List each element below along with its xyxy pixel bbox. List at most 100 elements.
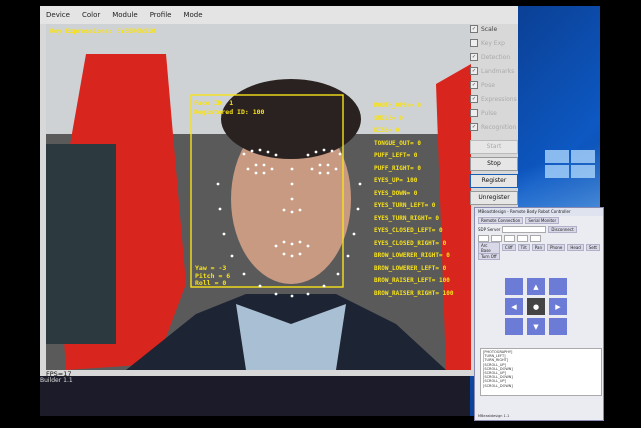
registered-id-text: Registered ID: 100 — [194, 108, 265, 116]
landmark-point — [290, 182, 294, 186]
landmark-point — [322, 284, 326, 288]
expression-values: MOUTH_OPEN= 0 SMILE= 0 KISS= 0 TONGUE_OU… — [374, 102, 454, 297]
pad-down-right[interactable] — [549, 318, 567, 335]
stop-icon: ● — [532, 302, 540, 311]
ctrl-field-4[interactable] — [517, 235, 529, 242]
landmark-point — [358, 182, 362, 186]
checkbox-icon[interactable]: ✓ — [470, 67, 478, 75]
checkbox-icon[interactable] — [470, 109, 478, 117]
option-pose[interactable]: ✓ Pose — [470, 78, 518, 92]
turn-off-button[interactable]: Turn Off — [478, 253, 500, 260]
option-recognition[interactable]: ✓ Recognition — [470, 120, 518, 134]
landmark-point — [290, 254, 294, 258]
landmark-point — [306, 292, 310, 296]
checkbox-icon[interactable]: ✓ — [470, 123, 478, 131]
ctrl-tab-phone[interactable]: Phone — [547, 244, 566, 251]
checkbox-icon[interactable]: ✓ — [470, 25, 478, 33]
stop-button[interactable]: Stop — [470, 157, 518, 171]
option-label: Landmarks — [481, 67, 515, 75]
arrow-up-icon: ▲ — [533, 282, 539, 291]
landmark-point — [290, 197, 294, 201]
landmark-point — [254, 171, 258, 175]
pad-right-button[interactable]: ▶ — [549, 298, 567, 315]
option-detection[interactable]: ✓ Detection — [470, 50, 518, 64]
landmark-point — [326, 163, 330, 167]
landmark-point — [262, 163, 266, 167]
pad-center-button[interactable]: ● — [527, 298, 545, 315]
menu-color[interactable]: Color — [76, 11, 106, 19]
option-scale[interactable]: ✓ Scale — [470, 22, 518, 36]
checkbox-icon[interactable]: ✓ — [470, 53, 478, 61]
checkbox-icon[interactable]: ✓ — [470, 95, 478, 103]
landmark-point — [318, 163, 322, 167]
option-label: Detection — [481, 53, 511, 61]
option-expressions[interactable]: ✓ Expressions — [470, 92, 518, 106]
ctrl-tab-pan[interactable]: Pan — [531, 244, 545, 251]
face-detection-box — [190, 94, 344, 288]
pad-left-button[interactable]: ◀ — [505, 298, 523, 315]
landmark-point — [266, 150, 270, 154]
landmark-point — [274, 244, 278, 248]
landmark-point — [298, 252, 302, 256]
landmark-point — [218, 207, 222, 211]
pad-down-left[interactable] — [505, 318, 523, 335]
windows-logo-icon — [545, 150, 595, 178]
remote-window-title: MBeastdesign - Remote Body Robot Control… — [475, 208, 603, 216]
camera-view: Key Expressions: EYEBROWS10 Face ID: 1 R… — [46, 24, 471, 370]
option-label: Pulse — [481, 109, 497, 117]
checkbox-icon[interactable] — [470, 39, 478, 47]
landmark-point — [222, 232, 226, 236]
options-panel: ✓ Scale Key Exp ✓ Detection ✓ Landmarks ✓ Pose ✓ E… — [470, 22, 518, 134]
landmark-point — [230, 254, 234, 258]
landmark-point — [270, 167, 274, 171]
taskbar: Builder 1.1 — [40, 376, 470, 416]
unregister-button[interactable]: Unregister — [470, 191, 518, 205]
direction-pad: ▲ ◀ ● ▶ ▼ — [505, 278, 569, 338]
ctrl-tab-head[interactable]: Head — [567, 244, 584, 251]
ctrl-tab-arc-base[interactable]: Arc Base — [478, 241, 500, 254]
landmark-point — [352, 232, 356, 236]
ctrl-field-3[interactable] — [504, 235, 516, 242]
build-label: Builder 1.1 — [40, 377, 73, 384]
ctrl-field-5[interactable] — [530, 235, 542, 242]
ctrl-tab-sett[interactable]: Sett — [585, 244, 600, 251]
ctrl-tab-tilt[interactable]: Tilt — [517, 244, 530, 251]
menu-device[interactable]: Device — [40, 11, 76, 19]
tab-remote-connection[interactable]: Remote Connection — [478, 217, 524, 224]
pose-values: Yaw = -3 Pitch = 6 Roll = 0 — [195, 264, 231, 287]
pad-up-button[interactable]: ▲ — [527, 278, 545, 295]
pad-up-left[interactable] — [505, 278, 523, 295]
landmark-point — [306, 153, 310, 157]
landmark-point — [274, 292, 278, 296]
option-key-exp[interactable]: Key Exp — [470, 36, 518, 50]
pad-down-button[interactable]: ▼ — [527, 318, 545, 335]
option-landmarks[interactable]: ✓ Landmarks — [470, 64, 518, 78]
landmark-point — [346, 254, 350, 258]
command-log[interactable]: [PHOTOGRAPHY] [TURN_LEFT] [TURN_RIGHT] [… — [480, 348, 602, 396]
register-button[interactable]: Register — [470, 174, 518, 188]
checkbox-icon[interactable]: ✓ — [470, 81, 478, 89]
landmark-point — [282, 208, 286, 212]
ctrl-tab-cliff[interactable]: Cliff — [501, 244, 516, 251]
server-field[interactable] — [502, 226, 547, 233]
landmark-point — [262, 171, 266, 175]
menu-module[interactable]: Module — [106, 11, 143, 19]
option-pulse[interactable]: Pulse — [470, 106, 518, 120]
landmark-point — [242, 152, 246, 156]
landmark-point — [298, 240, 302, 244]
tab-serial-monitor[interactable]: Serial Monitor — [525, 217, 560, 224]
landmark-point — [330, 149, 334, 153]
landmark-point — [306, 244, 310, 248]
menu-profile[interactable]: Profile — [144, 11, 178, 19]
landmark-point — [356, 207, 360, 211]
landmark-point — [322, 148, 326, 152]
remote-footer: MBeastdesign 1.1 — [478, 414, 510, 418]
landmark-point — [282, 240, 286, 244]
disconnect-button[interactable]: Disconnect — [548, 226, 577, 233]
option-label: Expressions — [481, 95, 517, 103]
pad-up-right[interactable] — [549, 278, 567, 295]
option-label: Scale — [481, 25, 498, 33]
menu-mode[interactable]: Mode — [177, 11, 208, 19]
landmark-point — [326, 171, 330, 175]
start-button[interactable]: Start — [470, 140, 518, 154]
